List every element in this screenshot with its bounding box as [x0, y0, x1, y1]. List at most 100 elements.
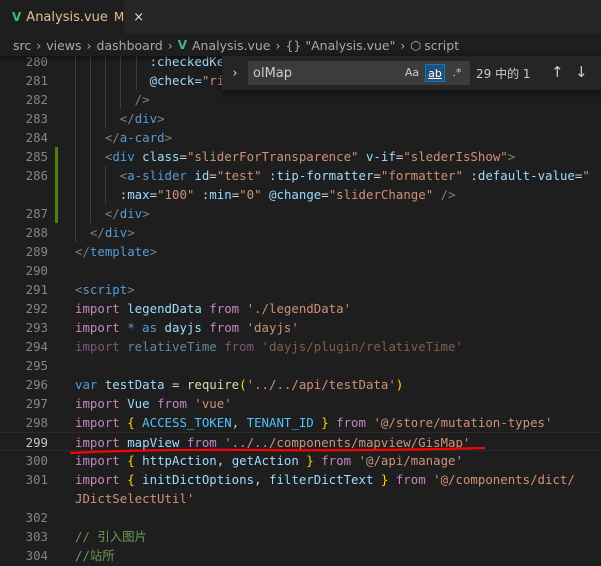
code-token: </ [75, 130, 120, 145]
code-token: import [75, 453, 120, 468]
code-line[interactable]: 286 <a-slider id="test" :tip-formatter="… [0, 166, 601, 185]
code-line[interactable]: 300 import { httpAction, getAction } from… [0, 451, 601, 470]
code-token: '../../api/testData' [246, 377, 396, 392]
breadcrumb-script[interactable]: script [424, 38, 459, 53]
code-line[interactable]: 292 import legendData from './legendData' [0, 299, 601, 318]
code-text: <script> [75, 280, 135, 299]
breadcrumb-src[interactable]: src [13, 38, 31, 53]
code-line[interactable]: :max="100" :min="0" @change="sliderChang… [0, 185, 601, 204]
code-token: require [186, 377, 240, 392]
close-icon[interactable]: × [133, 10, 144, 25]
code-line[interactable]: 283 </div> [0, 109, 601, 128]
line-number: 290 [25, 263, 48, 278]
line-number: 295 [25, 358, 48, 373]
code-line[interactable]: 301 import { initDictOptions, filterDictT… [0, 470, 601, 489]
code-token: = [179, 149, 187, 164]
code-text: var testData = require('../../api/testDa… [75, 375, 403, 394]
code-token: "formatter" [380, 168, 463, 183]
code-line[interactable]: 282 /> [0, 90, 601, 109]
code-text: JDictSelectUtil' [75, 489, 194, 508]
match-count: 29 中的 1 [476, 66, 531, 81]
next-match-button[interactable]: ↓ [575, 63, 588, 81]
line-number: 301 [25, 472, 48, 487]
code-text: @check="ri [75, 71, 225, 90]
code-text: //站所 [75, 546, 115, 565]
code-line[interactable]: 291 <script> [0, 280, 601, 299]
find-input[interactable]: olMap Aa ab .* [248, 61, 470, 85]
code-token: " [582, 168, 590, 183]
tab-analysis-vue[interactable]: V Analysis.vue M × [0, 0, 144, 34]
code-line[interactable]: 289 </template> [0, 242, 601, 261]
line-number: 293 [25, 320, 48, 335]
code-token: as [142, 320, 158, 335]
code-token: </ [75, 111, 135, 126]
code-line[interactable]: JDictSelectUtil' [0, 489, 601, 508]
code-token: < [75, 149, 113, 164]
code-token: = [149, 187, 158, 202]
code-token: , [216, 453, 232, 468]
code-editor[interactable]: 280 :checkedKe 281 @check="ri 282 /> 283 </… [0, 52, 601, 566]
code-token: '@/components/dict/ [425, 472, 575, 487]
code-token: import [75, 435, 120, 450]
code-line[interactable]: 288 </div> [0, 223, 601, 242]
code-token: dayjs [157, 320, 210, 335]
line-number: 285 [25, 149, 48, 164]
code-token: '@/store/mutation-types' [365, 415, 553, 430]
code-token: "sliderForTransparence" [186, 149, 359, 164]
code-token: a-card [119, 130, 165, 145]
code-line[interactable]: 296 var testData = require('../../api/tes… [0, 375, 601, 394]
code-line[interactable]: 304 //站所 [0, 546, 601, 565]
breadcrumb-module[interactable]: {} "Analysis.vue" [285, 38, 395, 53]
code-token: div [112, 149, 135, 164]
previous-match-button[interactable]: ↑ [551, 63, 564, 81]
code-line[interactable]: 284 </a-card> [0, 128, 601, 147]
vue-file-icon: V [12, 10, 22, 24]
code-token: /> [433, 187, 456, 202]
code-token: import [75, 339, 120, 354]
code-token: :min [194, 187, 232, 202]
code-token: import [75, 472, 120, 487]
find-widget: › olMap Aa ab .* 29 中的 1 ↑ ↓ [222, 56, 601, 90]
code-token: "slederIsShow" [403, 149, 508, 164]
code-token: div [104, 225, 128, 240]
line-number: 303 [25, 529, 48, 544]
code-token: from [224, 339, 255, 354]
line-number: 302 [25, 510, 48, 525]
code-line[interactable]: 299 import mapView from '../../components… [0, 432, 601, 451]
code-line[interactable]: 297 import Vue from 'vue' [0, 394, 601, 413]
code-text: import mapView from '../../components/ma… [75, 433, 470, 452]
breadcrumb-dashboard[interactable]: dashboard [97, 38, 163, 53]
code-line[interactable]: 298 import { ACCESS_TOKEN, TENANT_ID } fr… [0, 413, 601, 432]
code-token: } [313, 415, 337, 430]
code-line[interactable]: 285 <div class="sliderForTransparence" v… [0, 147, 601, 166]
line-number: 296 [25, 377, 48, 392]
code-token: div [119, 206, 143, 221]
code-token: '@/api/manage' [351, 453, 463, 468]
code-line[interactable]: 295 [0, 356, 601, 375]
code-token: < [75, 168, 128, 183]
code-text: import { ACCESS_TOKEN, TENANT_ID } from … [75, 413, 552, 432]
line-number: 287 [25, 206, 48, 221]
breadcrumb-file[interactable]: Analysis.vue [192, 38, 271, 53]
line-number: 299 [25, 435, 48, 450]
code-token: //站所 [75, 548, 115, 563]
line-number: 284 [25, 130, 48, 145]
code-token: httpAction [142, 453, 217, 468]
code-line[interactable]: 294 import relativeTime from 'dayjs/plugi… [0, 337, 601, 356]
code-line[interactable]: 287 </div> [0, 204, 601, 223]
chevron-right-icon: › [167, 37, 173, 53]
toggle-replace-chevron-icon[interactable]: › [222, 66, 248, 81]
regex-toggle[interactable]: .* [447, 64, 467, 82]
code-token: } [298, 453, 322, 468]
code-line[interactable]: 293 import * as dayjs from 'dayjs' [0, 318, 601, 337]
line-number: 298 [25, 415, 48, 430]
code-line[interactable]: 290 [0, 261, 601, 280]
whole-word-toggle[interactable]: ab [425, 64, 445, 82]
match-case-toggle[interactable]: Aa [402, 64, 422, 82]
tab-label: Analysis.vue [26, 9, 108, 25]
breadcrumb-views[interactable]: views [46, 38, 81, 53]
code-line[interactable]: 302 [0, 508, 601, 527]
code-token: 'dayjs' [239, 320, 299, 335]
code-token: { [119, 453, 143, 468]
code-line[interactable]: 303 // 引入图片 [0, 527, 601, 546]
